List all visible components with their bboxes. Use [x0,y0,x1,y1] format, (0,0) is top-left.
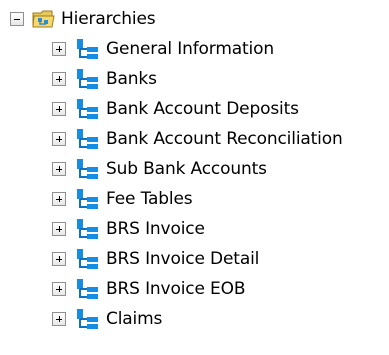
hierarchy-icon [77,99,98,119]
tree-item-label[interactable]: Sub Bank Accounts [106,157,267,181]
tree-item-label[interactable]: BRS Invoice Detail [106,247,259,271]
hierarchy-icon [77,129,98,149]
tree-item-bank-account-reconciliation[interactable]: Bank Account Reconciliation [52,126,343,152]
tree-item-claims[interactable]: Claims [52,306,162,332]
hierarchy-icon [77,279,98,299]
expand-icon[interactable] [52,162,66,176]
tree-item-label[interactable]: BRS Invoice EOB [106,277,246,301]
hierarchy-icon [77,189,98,209]
expand-icon[interactable] [52,102,66,116]
hierarchy-icon [77,309,98,329]
tree-item-fee-tables[interactable]: Fee Tables [52,186,193,212]
tree-item-label[interactable]: Banks [106,67,157,91]
hierarchy-tree: Hierarchies General Information Banks Ba… [0,0,389,355]
tree-root-label[interactable]: Hierarchies [61,7,156,31]
expand-icon[interactable] [52,312,66,326]
tree-root-hierarchies[interactable]: Hierarchies [10,6,156,32]
hierarchy-icon [77,69,98,89]
expand-icon[interactable] [52,252,66,266]
tree-item-sub-bank-accounts[interactable]: Sub Bank Accounts [52,156,267,182]
tree-item-label[interactable]: General Information [106,37,274,61]
tree-item-label[interactable]: BRS Invoice [106,217,205,241]
hierarchy-icon [77,39,98,59]
tree-item-label[interactable]: Bank Account Deposits [106,97,299,121]
expand-icon[interactable] [52,72,66,86]
expand-icon[interactable] [52,282,66,296]
tree-item-bank-account-deposits[interactable]: Bank Account Deposits [52,96,299,122]
hierarchy-icon [77,249,98,269]
tree-item-label[interactable]: Bank Account Reconciliation [106,127,343,151]
expand-icon[interactable] [52,132,66,146]
tree-item-banks[interactable]: Banks [52,66,157,92]
folder-icon [32,10,55,28]
collapse-icon[interactable] [10,12,24,26]
hierarchy-icon [77,219,98,239]
expand-icon[interactable] [52,222,66,236]
tree-item-brs-invoice-detail[interactable]: BRS Invoice Detail [52,246,259,272]
expand-icon[interactable] [52,192,66,206]
tree-item-general-information[interactable]: General Information [52,36,274,62]
tree-item-brs-invoice-eob[interactable]: BRS Invoice EOB [52,276,246,302]
tree-item-label[interactable]: Claims [106,307,162,331]
hierarchy-icon [77,159,98,179]
tree-item-brs-invoice[interactable]: BRS Invoice [52,216,205,242]
tree-item-label[interactable]: Fee Tables [106,187,193,211]
expand-icon[interactable] [52,42,66,56]
